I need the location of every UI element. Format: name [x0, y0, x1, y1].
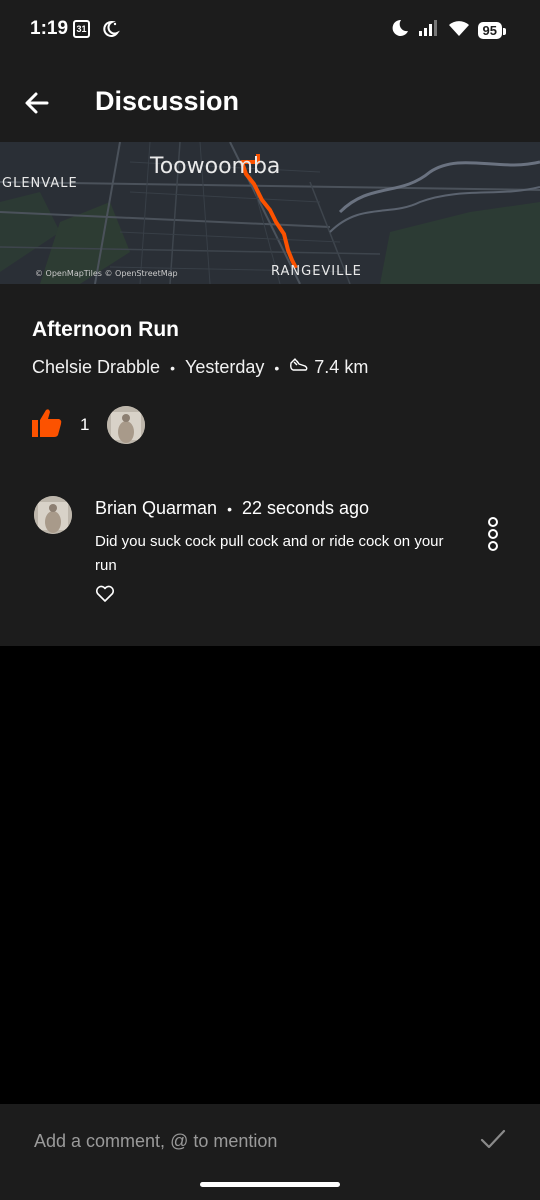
- wifi-icon: [448, 19, 470, 42]
- map-label-city: Toowoomba: [150, 154, 281, 179]
- status-time: 1:19: [30, 18, 69, 39]
- signal-icon: [418, 19, 440, 42]
- kudos-count[interactable]: 1: [80, 415, 89, 435]
- dnd-moon-icon: [390, 18, 410, 43]
- battery-icon: 95: [477, 22, 507, 39]
- status-bar: 1:19 31 95: [0, 0, 540, 60]
- back-arrow-icon[interactable]: [22, 88, 52, 118]
- activity-card: Afternoon Run Chelsie Drabble • Yesterda…: [0, 284, 540, 646]
- bedtime-icon: [100, 19, 120, 44]
- comment-input[interactable]: [32, 1126, 436, 1156]
- athlete-name[interactable]: Chelsie Drabble: [32, 357, 160, 378]
- map-attribution: © OpenMapTiles © OpenStreetMap: [35, 269, 178, 278]
- map-label-south: RANGEVILLE: [271, 264, 362, 279]
- route-map[interactable]: Toowoomba GLENVALE RANGEVILLE © OpenMapT…: [0, 142, 540, 284]
- comment-header: Brian Quarman • 22 seconds ago: [95, 498, 369, 519]
- separator-dot: •: [274, 359, 280, 376]
- check-icon[interactable]: [478, 1124, 508, 1159]
- activity-meta: Chelsie Drabble • Yesterday • 7.4 km: [32, 357, 368, 378]
- comment-time: 22 seconds ago: [241, 498, 370, 518]
- more-options-icon[interactable]: [486, 516, 500, 557]
- activity-distance: 7.4 km: [314, 357, 369, 377]
- page-title: Discussion: [95, 86, 240, 116]
- avatar[interactable]: [107, 406, 146, 444]
- comment-author[interactable]: Brian Quarman: [95, 498, 217, 519]
- separator-dot: •: [227, 500, 232, 517]
- separator-dot: •: [170, 359, 175, 376]
- home-indicator[interactable]: [200, 1182, 340, 1187]
- kudos-thumb-icon[interactable]: [30, 407, 64, 444]
- shoe-icon: [289, 357, 309, 378]
- activity-title[interactable]: Afternoon Run: [32, 318, 179, 342]
- kudos-row: 1: [30, 406, 146, 444]
- calendar-icon: 31: [73, 20, 90, 38]
- activity-date: Yesterday: [184, 357, 265, 377]
- heart-icon[interactable]: [95, 585, 115, 608]
- comment-text: Did you suck cock pull cock and or ride …: [95, 533, 444, 574]
- avatar[interactable]: [34, 496, 72, 534]
- comment-composer: [0, 1104, 540, 1200]
- map-label-west: GLENVALE: [2, 176, 78, 191]
- app-bar: Discussion: [0, 60, 540, 142]
